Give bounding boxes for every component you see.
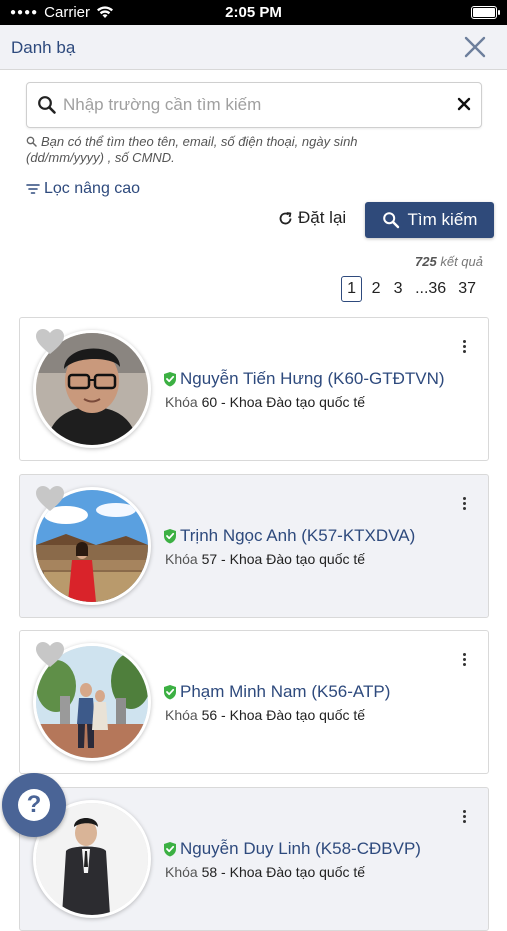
contact-name[interactable]: Nguyễn Duy Linh (K58-CĐBVP) xyxy=(163,839,421,859)
verified-shield-icon xyxy=(164,685,176,700)
search-hint-text: Bạn có thể tìm theo tên, email, số điện … xyxy=(26,134,358,165)
faculty-name: Khoa Đào tạo quốc tế xyxy=(229,707,366,723)
verified-shield-icon xyxy=(164,529,176,544)
verified-shield-icon xyxy=(164,372,176,387)
search-hint: Bạn có thể tìm theo tên, email, số điện … xyxy=(26,134,426,166)
contact-name-text: Trịnh Ngọc Anh (K57-KTXDVA) xyxy=(180,526,416,545)
navigation-bar: Danh bạ xyxy=(0,25,507,70)
contact-name[interactable]: Trịnh Ngọc Anh (K57-KTXDVA) xyxy=(163,526,415,546)
page-title: Danh bạ xyxy=(11,38,76,57)
contact-info: Khóa 58 - Khoa Đào tạo quốc tế xyxy=(165,864,366,880)
search-input[interactable] xyxy=(63,91,443,119)
contact-name-text: Nguyễn Duy Linh (K58-CĐBVP) xyxy=(180,839,421,858)
verified-shield-icon xyxy=(164,842,176,857)
contact-card[interactable]: Trịnh Ngọc Anh (K57-KTXDVA) Khóa 57 - Kh… xyxy=(19,474,489,618)
battery-icon xyxy=(471,6,500,19)
search-icon xyxy=(38,96,56,114)
contact-name[interactable]: Phạm Minh Nam (K56-ATP) xyxy=(163,682,390,702)
page-link-1[interactable]: 1 xyxy=(341,276,363,302)
khoa-value: 57 xyxy=(201,551,218,567)
search-button[interactable]: Tìm kiếm xyxy=(365,202,494,238)
reset-label: Đặt lại xyxy=(298,208,347,227)
help-question-icon: ? xyxy=(18,789,50,821)
search-box xyxy=(26,82,482,128)
status-bar: ●●●● Carrier 2:05 PM xyxy=(0,0,507,25)
search-hint-icon xyxy=(26,136,37,147)
search-icon xyxy=(382,212,399,229)
faculty-name: Khoa Đào tạo quốc tế xyxy=(229,864,366,880)
search-button-label: Tìm kiếm xyxy=(407,210,478,229)
faculty-name: Khoa Đào tạo quốc tế xyxy=(229,394,366,410)
khoa-value: 56 xyxy=(201,707,218,723)
contact-card[interactable]: Phạm Minh Nam (K56-ATP) Khóa 56 - Khoa Đ… xyxy=(19,630,489,774)
page-link-3[interactable]: 3 xyxy=(390,276,406,302)
contact-name-text: Phạm Minh Nam (K56-ATP) xyxy=(180,682,391,701)
more-options-icon[interactable] xyxy=(463,810,466,823)
status-time: 2:05 PM xyxy=(225,4,282,21)
favorite-heart-icon[interactable] xyxy=(35,485,65,512)
result-count-label: kết quả xyxy=(440,254,483,269)
khoa-value: 60 xyxy=(201,394,218,410)
favorite-heart-icon[interactable] xyxy=(35,328,65,355)
contact-name-text: Nguyễn Tiến Hưng (K60-GTĐTVN) xyxy=(180,369,445,388)
contact-info: Khóa 57 - Khoa Đào tạo quốc tế xyxy=(165,551,366,567)
advanced-filter-label: Lọc nâng cao xyxy=(44,180,141,197)
contact-card[interactable]: Nguyễn Duy Linh (K58-CĐBVP) Khóa 58 - Kh… xyxy=(19,787,489,931)
refresh-icon xyxy=(279,211,292,224)
page-link-36[interactable]: ...36 xyxy=(412,276,449,302)
page-link-37[interactable]: 37 xyxy=(455,276,479,302)
close-icon[interactable] xyxy=(461,33,489,61)
khoa-label: Khóa xyxy=(165,707,198,723)
pagination: 1 2 3 ...36 37 xyxy=(341,276,479,302)
filter-icon xyxy=(26,184,40,194)
more-options-icon[interactable] xyxy=(463,497,466,510)
clear-icon[interactable] xyxy=(457,97,471,111)
khoa-label: Khóa xyxy=(165,864,198,880)
help-button[interactable]: ? xyxy=(2,773,66,837)
advanced-filter-link[interactable]: Lọc nâng cao xyxy=(26,180,140,198)
result-count: 725 kết quả xyxy=(415,254,483,269)
khoa-label: Khóa xyxy=(165,551,198,567)
khoa-value: 58 xyxy=(201,864,218,880)
contact-name[interactable]: Nguyễn Tiến Hưng (K60-GTĐTVN) xyxy=(163,369,445,389)
result-count-number: 725 xyxy=(415,254,437,269)
favorite-heart-icon[interactable] xyxy=(35,641,65,668)
khoa-label: Khóa xyxy=(165,394,198,410)
page-link-2[interactable]: 2 xyxy=(368,276,384,302)
contact-card[interactable]: Nguyễn Tiến Hưng (K60-GTĐTVN) Khóa 60 - … xyxy=(19,317,489,461)
more-options-icon[interactable] xyxy=(463,653,466,666)
contact-info: Khóa 56 - Khoa Đào tạo quốc tế xyxy=(165,707,366,723)
faculty-name: Khoa Đào tạo quốc tế xyxy=(229,551,366,567)
reset-button[interactable]: Đặt lại xyxy=(278,208,346,228)
contact-info: Khóa 60 - Khoa Đào tạo quốc tế xyxy=(165,394,366,410)
more-options-icon[interactable] xyxy=(463,340,466,353)
